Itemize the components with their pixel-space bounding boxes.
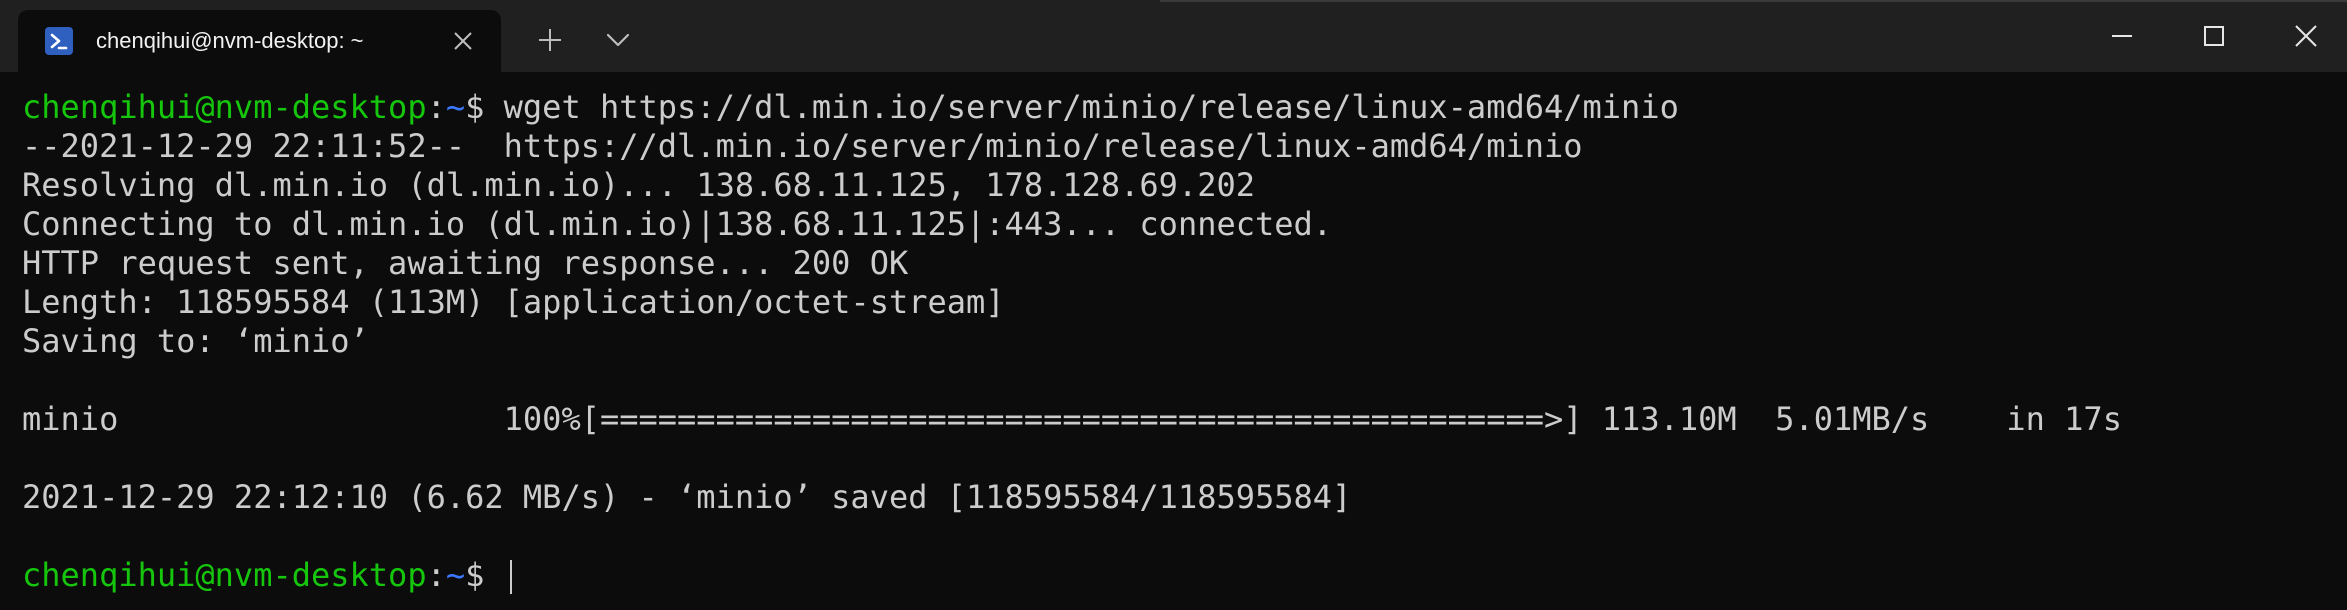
close-icon[interactable]: [2288, 18, 2324, 54]
prompt-colon: :: [426, 556, 446, 594]
output-line-saving: Saving to: ‘minio’: [22, 322, 369, 360]
chevron-down-icon[interactable]: [598, 20, 638, 60]
output-line-progress: minio 100%[=============================…: [22, 400, 2122, 438]
terminal-window: chenqihui@nvm-desktop: ~ chenqihui@nvm-d…: [0, 0, 2347, 610]
command-text: wget https://dl.min.io/server/minio/rele…: [503, 88, 1679, 126]
minimize-icon[interactable]: [2104, 18, 2140, 54]
plus-icon[interactable]: [530, 20, 570, 60]
tab-terminal[interactable]: chenqihui@nvm-desktop: ~: [18, 10, 501, 72]
output-line-timestamp: --2021-12-29 22:11:52-- https://dl.min.i…: [22, 127, 1583, 165]
prompt-dollar: $: [465, 88, 504, 126]
tab-title: chenqihui@nvm-desktop: ~: [96, 28, 364, 53]
terminal-output[interactable]: chenqihui@nvm-desktop:~$ wget https://dl…: [0, 72, 2347, 610]
output-line-saved: 2021-12-29 22:12:10 (6.62 MB/s) - ‘minio…: [22, 478, 1352, 516]
prompt-path: ~: [445, 88, 466, 126]
prompt-path: ~: [445, 556, 466, 594]
powershell-icon: [44, 26, 74, 56]
tab-close-icon[interactable]: [450, 28, 476, 54]
output-line-length: Length: 118595584 (113M) [application/oc…: [22, 283, 1005, 321]
output-line-connecting: Connecting to dl.min.io (dl.min.io)|138.…: [22, 205, 1333, 243]
text-cursor: [509, 560, 512, 594]
prompt-dollar: $: [465, 556, 504, 594]
titlebar-edge: [1160, 0, 2347, 2]
prompt-user: chenqihui@nvm-desktop: [22, 556, 427, 594]
output-line-http: HTTP request sent, awaiting response... …: [22, 244, 909, 282]
maximize-icon[interactable]: [2196, 18, 2232, 54]
prompt-colon: :: [426, 88, 446, 126]
prompt-user: chenqihui@nvm-desktop: [22, 88, 427, 126]
output-line-resolving: Resolving dl.min.io (dl.min.io)... 138.6…: [22, 166, 1255, 204]
prompt-line: chenqihui@nvm-desktop:~$ wget https://dl…: [22, 88, 1679, 127]
prompt-line-current: chenqihui@nvm-desktop:~$: [22, 556, 512, 595]
title-bar: chenqihui@nvm-desktop: ~: [0, 0, 2347, 72]
